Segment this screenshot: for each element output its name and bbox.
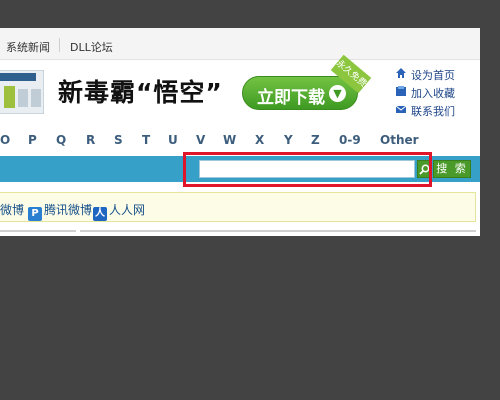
search-icon-button[interactable]: [417, 160, 431, 178]
letter-link[interactable]: R: [86, 133, 95, 147]
letter-link[interactable]: T: [142, 133, 150, 147]
letter-link[interactable]: Other: [380, 133, 419, 147]
tencent-weibo-icon: P: [28, 207, 42, 221]
alphabet-index: O P Q R S T U V W X Y Z 0-9 Other: [0, 124, 480, 156]
search-input[interactable]: [199, 160, 415, 178]
share-weibo[interactable]: 微博: [0, 201, 24, 218]
download-now-button[interactable]: 立即下载 ▼: [242, 76, 358, 110]
share-tencent-weibo[interactable]: P 腾讯微博: [28, 201, 92, 221]
search-icon: [419, 164, 430, 175]
set-homepage-link[interactable]: 设为首页: [393, 66, 479, 84]
add-favorite-link[interactable]: 加入收藏: [393, 84, 479, 102]
share-bar: 微博 P 腾讯微博 人人人网: [0, 192, 476, 222]
share-tencent-label: 腾讯微博: [44, 203, 93, 217]
webpage: 系统新闻 DLL论坛 新毒霸“悟空” 立即下载 ▼ 永久免费 设为首页 加入收藏…: [0, 28, 480, 236]
letter-link[interactable]: V: [196, 133, 205, 147]
search-button[interactable]: 搜 索: [433, 160, 471, 178]
share-renren-label: 人人网: [109, 203, 146, 217]
left-column-border: [0, 230, 76, 232]
letter-link[interactable]: U: [168, 133, 178, 147]
letter-link[interactable]: Z: [311, 133, 320, 147]
home-icon: [396, 68, 406, 78]
nav-divider: [59, 38, 60, 52]
set-homepage-label: 设为首页: [411, 69, 455, 82]
bookmark-icon: [396, 86, 406, 96]
content-columns: [0, 230, 480, 236]
top-navigation: 系统新闻 DLL论坛: [0, 28, 480, 60]
letter-link[interactable]: P: [28, 133, 37, 147]
letter-link[interactable]: Q: [56, 133, 66, 147]
letter-link[interactable]: Y: [284, 133, 293, 147]
download-button-label: 立即下载: [257, 88, 325, 108]
share-weibo-label: 微博: [0, 203, 25, 217]
renren-icon: 人: [93, 207, 107, 221]
contact-us-link[interactable]: 联系我们: [393, 102, 479, 120]
add-favorite-label: 加入收藏: [411, 87, 455, 100]
main-column-border: [80, 230, 476, 232]
letter-link[interactable]: W: [223, 133, 236, 147]
share-renren[interactable]: 人人人网: [93, 201, 145, 221]
ad-banner[interactable]: 新毒霸“悟空” 立即下载 ▼ 永久免费: [48, 54, 376, 120]
quick-links: 设为首页 加入收藏 联系我们: [393, 66, 479, 120]
letter-link[interactable]: 0-9: [339, 133, 361, 147]
banner-title: 新毒霸“悟空”: [58, 78, 223, 107]
letter-link[interactable]: X: [255, 133, 264, 147]
letter-link[interactable]: O: [0, 133, 10, 147]
letter-link[interactable]: S: [114, 133, 123, 147]
contact-us-label: 联系我们: [411, 105, 455, 118]
contact-icon: [395, 105, 407, 113]
nav-link-system-news[interactable]: 系统新闻: [6, 39, 50, 55]
site-logo-thumbnail[interactable]: [0, 70, 44, 114]
nav-link-dll-forum[interactable]: DLL论坛: [70, 39, 113, 55]
download-arrow-icon: ▼: [329, 85, 346, 102]
